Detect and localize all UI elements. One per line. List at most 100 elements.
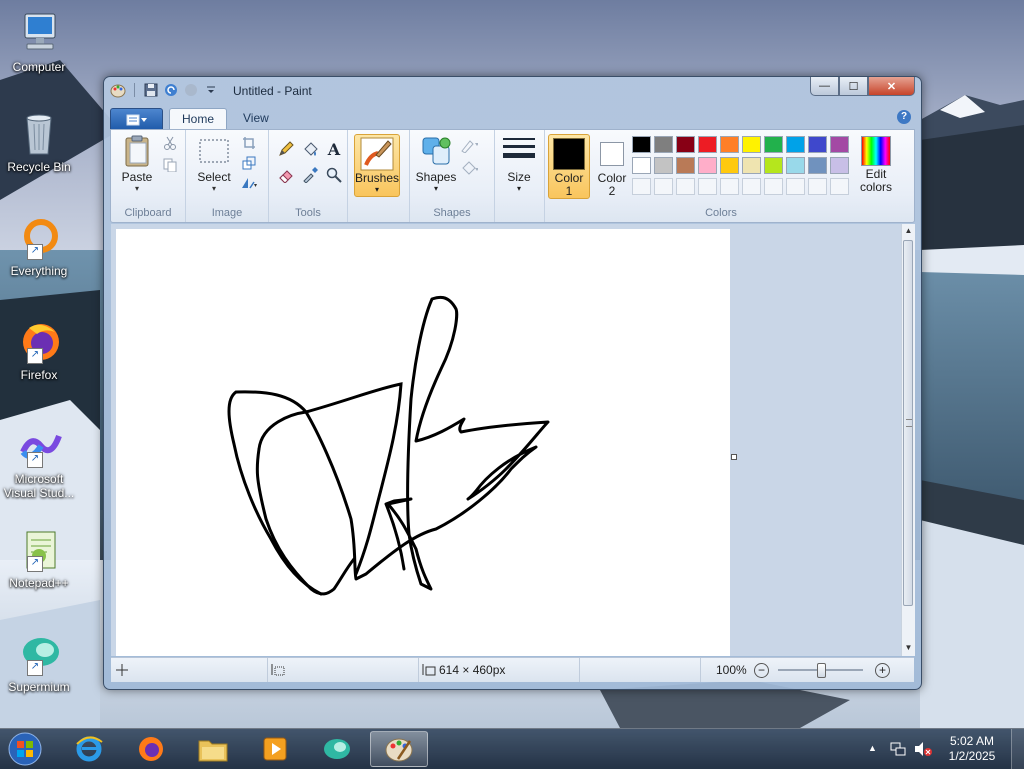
network-icon[interactable] bbox=[890, 741, 906, 760]
redo-icon[interactable] bbox=[183, 82, 199, 98]
taskbar-media-player[interactable] bbox=[246, 731, 304, 767]
show-hidden-icons-button[interactable]: ▲ bbox=[868, 743, 877, 753]
palette-color-swatch[interactable] bbox=[654, 178, 673, 195]
palette-color-swatch[interactable] bbox=[676, 178, 695, 195]
tab-view[interactable]: View bbox=[231, 108, 281, 128]
taskbar-file-explorer[interactable] bbox=[184, 731, 242, 767]
ribbon-tabs: Home View ? bbox=[110, 106, 915, 131]
undo-icon[interactable] bbox=[163, 82, 179, 98]
brushes-button[interactable]: Brushes ▾ bbox=[354, 134, 400, 197]
minimize-button[interactable]: — bbox=[810, 77, 839, 96]
customize-qat-icon[interactable] bbox=[203, 82, 219, 98]
color-picker-icon[interactable] bbox=[301, 166, 319, 184]
scroll-up-arrow-icon[interactable]: ▲ bbox=[904, 226, 913, 236]
palette-color-swatch[interactable] bbox=[808, 157, 827, 174]
palette-color-swatch[interactable] bbox=[764, 136, 783, 153]
color1-button[interactable]: Color 1 bbox=[548, 134, 590, 199]
palette-color-swatch[interactable] bbox=[742, 136, 761, 153]
scroll-down-arrow-icon[interactable]: ▼ bbox=[904, 643, 913, 653]
taskbar-firefox[interactable] bbox=[122, 731, 180, 767]
select-button[interactable]: Select ▾ bbox=[192, 134, 236, 193]
clock-date: 1/2/2025 bbox=[948, 749, 996, 763]
desktop-icon-recycle-bin[interactable]: Recycle Bin bbox=[2, 110, 76, 174]
palette-color-swatch[interactable] bbox=[830, 136, 849, 153]
help-button[interactable]: ? bbox=[897, 110, 911, 124]
rotate-icon[interactable] bbox=[240, 174, 258, 192]
palette-color-swatch[interactable] bbox=[786, 157, 805, 174]
desktop-icon-everything[interactable]: ↗ Everything bbox=[2, 214, 76, 278]
palette-color-swatch[interactable] bbox=[786, 136, 805, 153]
palette-color-swatch[interactable] bbox=[676, 136, 695, 153]
copy-icon[interactable] bbox=[161, 156, 179, 174]
palette-color-swatch[interactable] bbox=[830, 157, 849, 174]
cursor-position bbox=[111, 658, 268, 682]
color2-button[interactable]: Color 2 bbox=[592, 134, 632, 198]
shapes-button[interactable]: Shapes ▾ bbox=[414, 134, 458, 193]
palette-color-swatch[interactable] bbox=[742, 157, 761, 174]
save-icon[interactable] bbox=[143, 82, 159, 98]
zoom-slider[interactable] bbox=[778, 663, 863, 678]
zoom-in-button[interactable]: + bbox=[875, 663, 890, 678]
palette-color-swatch[interactable] bbox=[720, 157, 739, 174]
desktop-icon-notepad-plus-plus[interactable]: ↗ Notepad++ bbox=[2, 526, 76, 590]
taskbar-internet-explorer[interactable] bbox=[60, 731, 118, 767]
palette-color-swatch[interactable] bbox=[808, 136, 827, 153]
system-clock[interactable]: 5:02 AM 1/2/2025 bbox=[936, 734, 1008, 764]
palette-color-swatch[interactable] bbox=[720, 136, 739, 153]
volume-muted-icon[interactable] bbox=[914, 741, 932, 760]
maximize-button[interactable]: ☐ bbox=[839, 77, 868, 96]
palette-color-swatch[interactable] bbox=[676, 157, 695, 174]
pencil-icon[interactable] bbox=[277, 140, 295, 158]
taskbar-supermium[interactable] bbox=[308, 731, 366, 767]
size-button[interactable]: Size ▾ bbox=[500, 134, 538, 193]
palette-color-swatch[interactable] bbox=[830, 178, 849, 195]
close-button[interactable]: ✕ bbox=[868, 77, 915, 96]
paint-menu-button[interactable] bbox=[110, 108, 163, 131]
palette-color-swatch[interactable] bbox=[698, 178, 717, 195]
zoom-slider-thumb[interactable] bbox=[817, 663, 826, 678]
zoom-out-button[interactable]: − bbox=[754, 663, 769, 678]
palette-color-swatch[interactable] bbox=[632, 136, 651, 153]
resize-icon[interactable] bbox=[240, 154, 258, 172]
palette-color-swatch[interactable] bbox=[786, 178, 805, 195]
palette-color-swatch[interactable] bbox=[742, 178, 761, 195]
desktop-icon-firefox[interactable]: ↗ Firefox bbox=[2, 318, 76, 382]
desktop-icon-label: Microsoft Visual Stud... bbox=[3, 472, 75, 500]
palette-color-swatch[interactable] bbox=[764, 178, 783, 195]
palette-color-swatch[interactable] bbox=[698, 157, 717, 174]
show-desktop-button[interactable] bbox=[1011, 729, 1024, 769]
crop-icon[interactable] bbox=[240, 134, 258, 152]
paint-app-icon[interactable] bbox=[110, 82, 126, 98]
palette-color-swatch[interactable] bbox=[654, 136, 673, 153]
palette-color-swatch[interactable] bbox=[632, 157, 651, 174]
palette-color-swatch[interactable] bbox=[654, 157, 673, 174]
edit-colors-button[interactable]: Edit colors bbox=[853, 134, 899, 197]
desktop-icon-computer[interactable]: Computer bbox=[2, 10, 76, 74]
fill-icon[interactable] bbox=[460, 158, 478, 176]
tab-home[interactable]: Home bbox=[169, 108, 228, 129]
outline-icon[interactable] bbox=[460, 136, 478, 154]
eraser-icon[interactable] bbox=[277, 166, 295, 184]
title-bar[interactable]: Untitled - Paint — ☐ ✕ bbox=[104, 77, 921, 105]
vertical-scrollbar[interactable]: ▲ ▼ bbox=[901, 224, 915, 656]
start-button[interactable] bbox=[6, 731, 44, 767]
palette-color-swatch[interactable] bbox=[808, 178, 827, 195]
taskbar-paint[interactable] bbox=[370, 731, 428, 767]
canvas-resize-handle-right[interactable] bbox=[731, 454, 737, 460]
fill-with-color-icon[interactable] bbox=[301, 140, 319, 158]
palette-color-swatch[interactable] bbox=[764, 157, 783, 174]
scrollbar-thumb[interactable] bbox=[903, 240, 913, 606]
magnifier-icon[interactable] bbox=[325, 166, 343, 184]
drawing-canvas[interactable] bbox=[116, 229, 730, 656]
cut-icon[interactable] bbox=[161, 134, 179, 152]
colors-group-label: Colors bbox=[705, 207, 737, 219]
shortcut-arrow-icon: ↗ bbox=[27, 348, 43, 364]
palette-color-swatch[interactable] bbox=[632, 178, 651, 195]
desktop-icon-label: Firefox bbox=[20, 368, 58, 382]
desktop-icon-visual-studio[interactable]: ↗ Microsoft Visual Stud... bbox=[2, 422, 76, 500]
paste-button[interactable]: Paste ▾ bbox=[117, 134, 157, 193]
palette-color-swatch[interactable] bbox=[698, 136, 717, 153]
desktop-icon-supermium[interactable]: ↗ Supermium bbox=[2, 630, 76, 694]
palette-color-swatch[interactable] bbox=[720, 178, 739, 195]
text-icon[interactable]: A bbox=[325, 140, 343, 159]
